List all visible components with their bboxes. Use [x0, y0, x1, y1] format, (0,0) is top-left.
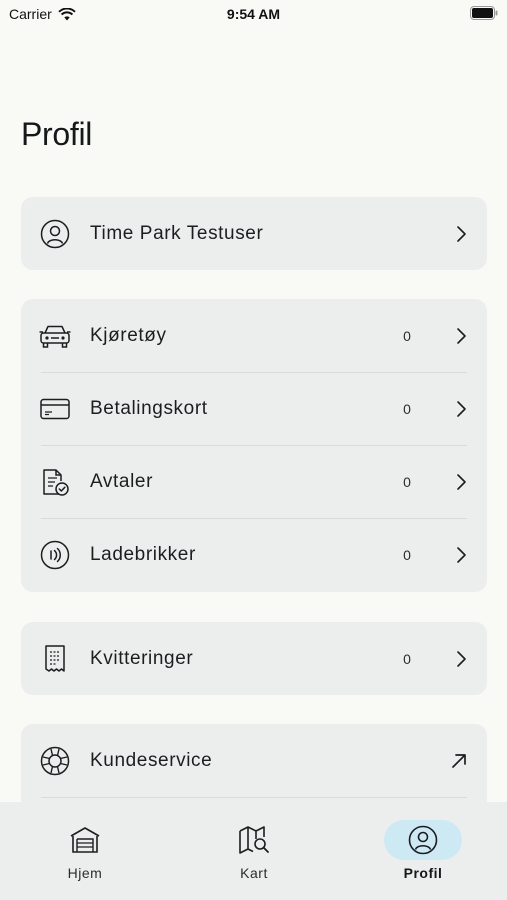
payment-cards-row[interactable]: Betalingskort 0 [21, 372, 487, 445]
agreements-row[interactable]: Avtaler 0 [21, 445, 487, 518]
car-icon [39, 320, 71, 352]
vehicles-count: 0 [403, 327, 411, 344]
agreements-label: Avtaler [90, 470, 153, 492]
map-search-icon [238, 825, 270, 855]
tab-profile-icon-wrap [384, 820, 462, 860]
user-circle-icon [408, 825, 438, 855]
chevron-right-icon [453, 649, 469, 669]
garage-icon [69, 826, 101, 854]
assets-card: Kjøretøy 0 Betalingskort 0 Avtaler 0 Lad… [21, 299, 487, 592]
receipt-icon [39, 643, 71, 675]
chevron-right-icon [453, 399, 469, 419]
user-circle-icon [39, 218, 71, 250]
agreements-count: 0 [403, 473, 411, 490]
vehicles-row[interactable]: Kjøretøy 0 [21, 299, 487, 372]
tab-profile-label: Profil [403, 865, 443, 881]
chevron-right-icon [453, 472, 469, 492]
user-card: Time Park Testuser [21, 197, 487, 270]
chevron-right-icon [453, 224, 469, 244]
tab-home-icon-wrap [46, 820, 124, 860]
tab-map-label: Kart [240, 865, 268, 881]
charging-tags-label: Ladebrikker [90, 543, 196, 565]
tab-bar: Hjem Kart Profil [0, 802, 507, 900]
receipts-count: 0 [403, 650, 411, 667]
user-name: Time Park Testuser [90, 222, 264, 244]
charging-tags-row[interactable]: Ladebrikker 0 [21, 518, 487, 591]
tab-home[interactable]: Hjem [25, 802, 145, 900]
status-time: 9:54 AM [226, 6, 281, 22]
tab-map-icon-wrap [215, 820, 293, 860]
battery-icon [470, 6, 498, 20]
payment-cards-count: 0 [403, 400, 411, 417]
chevron-right-icon [453, 326, 469, 346]
customer-service-row[interactable]: Kundeservice [21, 724, 487, 797]
page-title: Profil [21, 116, 93, 152]
receipts-card: Kvitteringer 0 [21, 622, 487, 695]
agreement-document-icon [39, 466, 71, 498]
receipts-label: Kvitteringer [90, 647, 194, 669]
external-arrow-icon [449, 751, 469, 771]
tab-map[interactable]: Kart [194, 802, 314, 900]
user-profile-row[interactable]: Time Park Testuser [21, 197, 487, 270]
lifebuoy-icon [39, 745, 71, 777]
vehicles-label: Kjøretøy [90, 324, 167, 346]
tab-home-label: Hjem [67, 865, 103, 881]
payment-cards-label: Betalingskort [90, 397, 208, 419]
chevron-right-icon [453, 545, 469, 565]
customer-service-label: Kundeservice [90, 749, 213, 771]
receipts-row[interactable]: Kvitteringer 0 [21, 622, 487, 695]
status-bar: Carrier 9:54 AM [0, 0, 507, 28]
charging-tags-count: 0 [403, 546, 411, 563]
nfc-tag-icon [39, 539, 71, 571]
credit-card-icon [39, 393, 71, 425]
tab-profile[interactable]: Profil [363, 802, 483, 900]
